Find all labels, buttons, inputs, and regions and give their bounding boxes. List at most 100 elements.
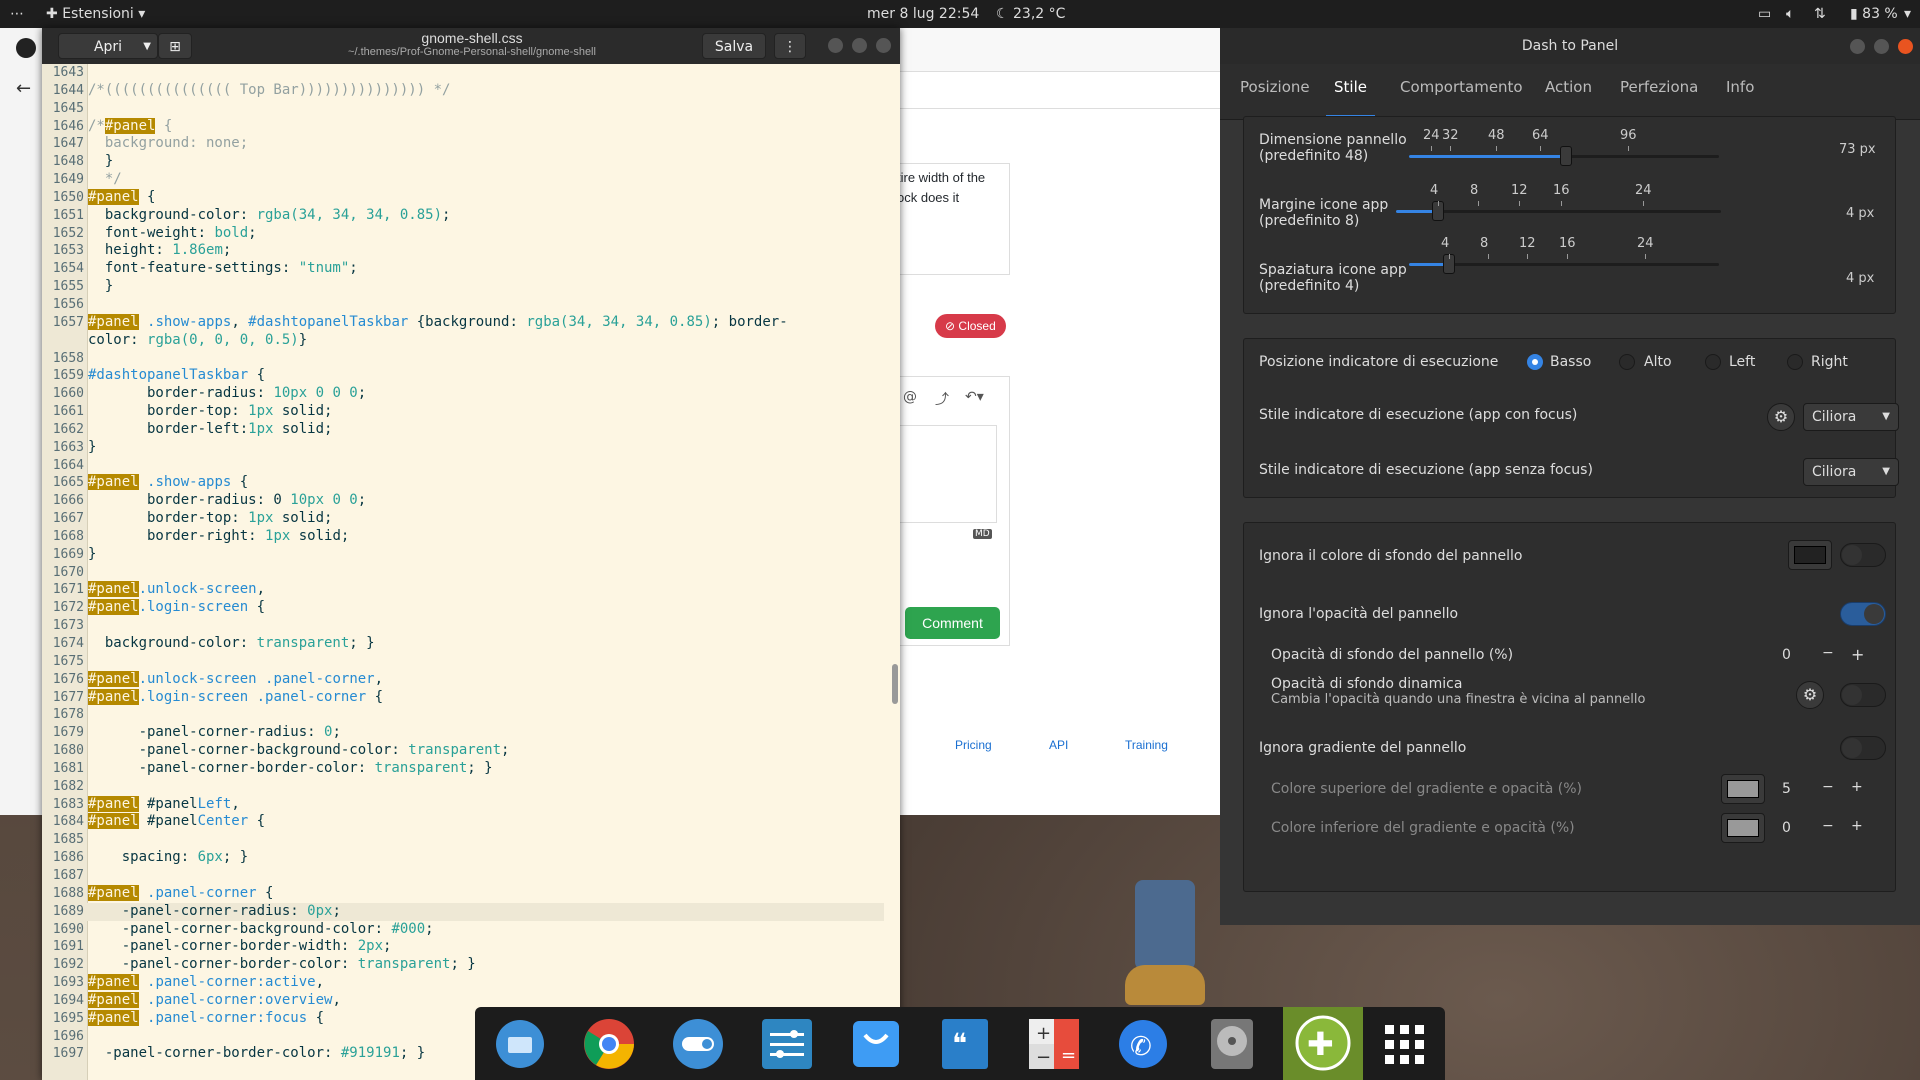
code-line[interactable]: 1656: [42, 296, 884, 314]
scrollbar[interactable]: [890, 64, 900, 1080]
code-line[interactable]: 1643: [42, 64, 884, 82]
maximize-button[interactable]: [852, 38, 867, 53]
chrome-icon[interactable]: [580, 1015, 638, 1073]
battery-indicator[interactable]: ▮ 83 %: [1850, 0, 1898, 28]
maximize-button[interactable]: [1874, 39, 1889, 54]
minimize-button[interactable]: [1850, 39, 1865, 54]
minus-button[interactable]: −: [1822, 645, 1834, 661]
gradient-top-value[interactable]: 5: [1782, 781, 1791, 797]
quotes-icon[interactable]: ❝: [936, 1015, 994, 1073]
gear-icon[interactable]: ⚙: [1767, 403, 1795, 431]
radio-basso[interactable]: [1527, 354, 1543, 370]
code-line[interactable]: 1688 #panel .panel-corner {: [42, 884, 884, 903]
slider-track[interactable]: [1409, 263, 1719, 266]
dynamic-opacity-switch[interactable]: [1840, 683, 1886, 707]
reply-icon[interactable]: ↶▾: [965, 389, 984, 405]
focus-style-dropdown[interactable]: Ciliora ▼: [1803, 403, 1899, 431]
app-grid-icon[interactable]: [1375, 1015, 1433, 1073]
code-line[interactable]: 1673: [42, 617, 884, 635]
code-line[interactable]: 1691 -panel-corner-border-width: 2px;: [42, 938, 884, 956]
code-line[interactable]: 1669}: [42, 546, 884, 564]
code-line[interactable]: 1687: [42, 867, 884, 885]
radio-alto[interactable]: [1619, 354, 1635, 370]
code-line[interactable]: 1692 -panel-corner-border-color: transpa…: [42, 956, 884, 974]
code-line[interactable]: 1681 -panel-corner-border-color: transpa…: [42, 760, 884, 778]
code-line[interactable]: 1679 -panel-corner-radius: 0;: [42, 724, 884, 742]
gradient-top-color-button[interactable]: [1721, 774, 1765, 804]
code-line[interactable]: 1647 background: none;: [42, 135, 884, 153]
phone-icon[interactable]: ✆: [1114, 1015, 1172, 1073]
files-icon[interactable]: [491, 1015, 549, 1073]
code-line[interactable]: 1682: [42, 778, 884, 796]
tasks-icon[interactable]: [847, 1015, 905, 1073]
menu-button[interactable]: ⋮: [774, 33, 806, 59]
code-line[interactable]: 1662 border-left:1px solid;: [42, 421, 884, 439]
nofocus-style-dropdown[interactable]: Ciliora ▼: [1803, 458, 1899, 486]
code-line[interactable]: 1678: [42, 706, 884, 724]
code-line[interactable]: 1675: [42, 653, 884, 671]
gradient-bottom-value[interactable]: 0: [1782, 820, 1791, 836]
code-line[interactable]: 1651 background-color: rgba(34, 34, 34, …: [42, 207, 884, 225]
bg-color-button[interactable]: [1788, 540, 1832, 570]
code-line[interactable]: 1654 font-feature-settings: "tnum";: [42, 260, 884, 278]
minus-button[interactable]: −: [1822, 779, 1834, 795]
code-line[interactable]: 1684 #panel #panelCenter {: [42, 813, 884, 831]
gradient-bottom-color-button[interactable]: [1721, 813, 1765, 843]
code-line[interactable]: 1649 */: [42, 171, 884, 189]
mention-icon[interactable]: @: [903, 389, 917, 405]
code-line[interactable]: 1683 #panel #panelLeft,: [42, 795, 884, 814]
activities-button[interactable]: ⋯: [10, 0, 24, 28]
chevron-down-icon[interactable]: ▾: [1904, 0, 1911, 28]
minus-button[interactable]: −: [1822, 818, 1834, 834]
status-badge[interactable]: ⊘ Closed: [935, 314, 1006, 338]
tab-comportamento[interactable]: Comportamento: [1400, 64, 1523, 120]
code-line[interactable]: 1664: [42, 457, 884, 475]
window-icon[interactable]: ▭: [1758, 0, 1771, 28]
code-line[interactable]: 1658: [42, 350, 884, 368]
comment-button[interactable]: Comment: [905, 607, 1000, 639]
footer-link-training[interactable]: Training: [1125, 738, 1168, 752]
network-icon[interactable]: ⇅: [1814, 0, 1826, 28]
code-line[interactable]: 1652 font-weight: bold;: [42, 225, 884, 243]
code-line[interactable]: 1689 -panel-corner-radius: 0px;: [42, 902, 884, 921]
ignore-opacity-switch[interactable]: [1840, 602, 1886, 626]
app-menu[interactable]: ✚ Estensioni ▾: [46, 0, 145, 28]
code-line[interactable]: 1685: [42, 831, 884, 849]
code-line[interactable]: 1686 spacing: 6px; }: [42, 849, 884, 867]
new-tab-button[interactable]: ⊞: [158, 33, 192, 59]
code-line[interactable]: 1690 -panel-corner-background-color: #00…: [42, 921, 884, 939]
tab-stile[interactable]: Stile: [1326, 64, 1375, 118]
code-line[interactable]: 1665 #panel .show-apps {: [42, 474, 884, 492]
code-line[interactable]: 1677 #panel.login-screen .panel-corner {: [42, 688, 884, 707]
code-line[interactable]: 1646/*#panel {: [42, 117, 884, 136]
slider-track[interactable]: [1396, 210, 1721, 213]
ignore-bg-color-switch[interactable]: [1840, 543, 1886, 567]
bg-opacity-value[interactable]: 0: [1782, 647, 1791, 663]
code-line[interactable]: 1655 }: [42, 278, 884, 296]
code-line[interactable]: 1667 border-top: 1px solid;: [42, 510, 884, 528]
code-line[interactable]: 1644/*((((((((((((((( Top Bar)))))))))))…: [42, 82, 884, 100]
code-line[interactable]: 1666 border-radius: 0 10px 0 0;: [42, 492, 884, 510]
comment-textarea[interactable]: [897, 425, 997, 523]
code-line[interactable]: 1657 #panel .show-apps, #dashtopanelTaskb…: [42, 313, 884, 332]
code-area[interactable]: 1643 1644/*((((((((((((((( Top Bar)))))))…: [42, 64, 884, 1080]
settings-sliders-icon[interactable]: [758, 1015, 816, 1073]
save-button[interactable]: Salva: [702, 33, 766, 59]
back-arrow-icon[interactable]: ←: [16, 78, 31, 99]
footer-link-api[interactable]: API: [1049, 738, 1068, 752]
github-icon[interactable]: [16, 38, 36, 58]
code-line[interactable]: 1663}: [42, 439, 884, 457]
weather-indicator[interactable]: ☾ 23,2 °C: [996, 0, 1065, 28]
code-line[interactable]: 1659 #dashtopanelTaskbar {: [42, 367, 884, 385]
footer-link-pricing[interactable]: Pricing: [955, 738, 992, 752]
code-line[interactable]: 1674 background-color: transparent; }: [42, 635, 884, 653]
code-line[interactable]: 1661 border-top: 1px solid;: [42, 403, 884, 421]
gear-icon[interactable]: ⚙: [1796, 681, 1824, 709]
code-line[interactable]: 1693 #panel .panel-corner:active,: [42, 974, 884, 992]
code-line[interactable]: 1653 height: 1.86em;: [42, 242, 884, 260]
code-line[interactable]: 1668 border-right: 1px solid;: [42, 528, 884, 546]
minimize-button[interactable]: [828, 38, 843, 53]
toggle-icon[interactable]: [669, 1015, 727, 1073]
tab-posizione[interactable]: Posizione: [1240, 64, 1310, 120]
radio-left[interactable]: [1705, 354, 1721, 370]
